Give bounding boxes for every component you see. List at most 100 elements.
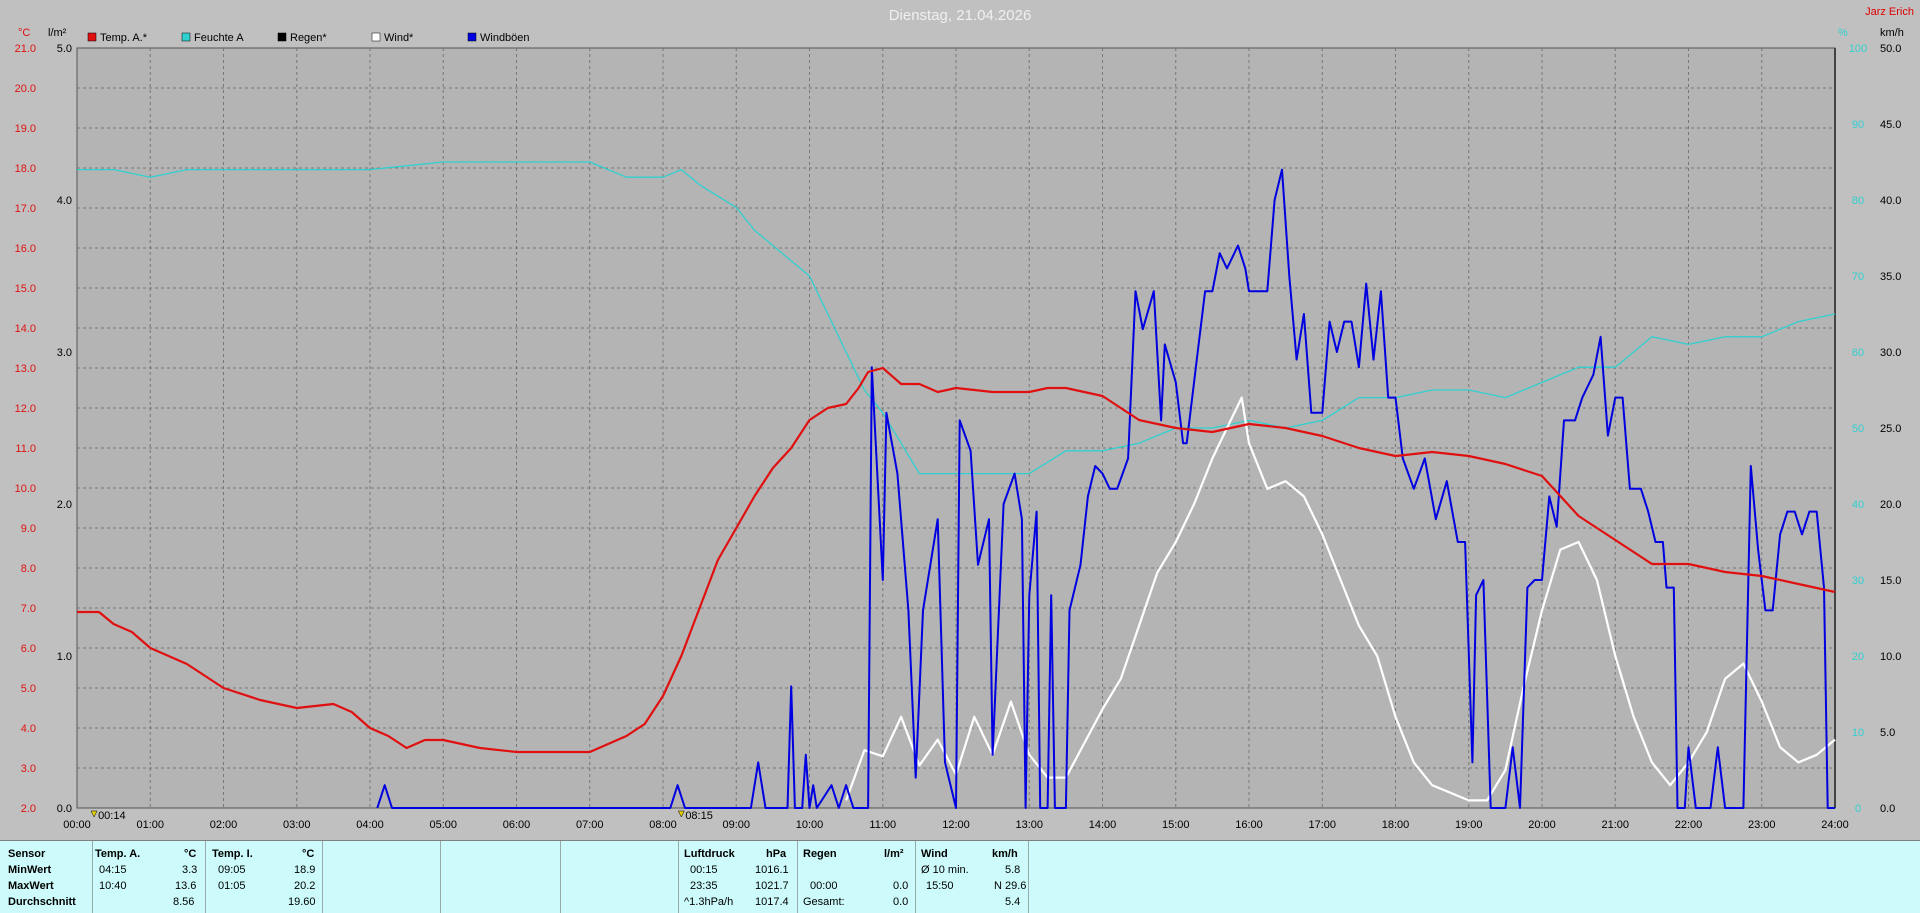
sensor-header: Sensor xyxy=(8,848,46,860)
time-tick-label: 21:00 xyxy=(1601,819,1629,831)
temp-tick-label: 16.0 xyxy=(15,243,36,255)
plot-area xyxy=(76,47,1836,809)
temp-tick-label: 3.0 xyxy=(21,763,36,775)
wind-tick-label: 15.0 xyxy=(1880,575,1901,587)
rain-tick-label: 2.0 xyxy=(57,499,72,511)
temp-tick-label: 9.0 xyxy=(21,523,36,535)
legend-label: Feuchte A xyxy=(194,32,244,44)
wind-tick-label: 5.0 xyxy=(1880,727,1895,739)
row-label-min: MinWert xyxy=(8,864,52,876)
humidity-tick-label: 100 xyxy=(1849,43,1867,55)
time-tick-label: 04:00 xyxy=(356,819,384,831)
temp-tick-label: 17.0 xyxy=(15,203,36,215)
time-marker-label: 00:14 xyxy=(98,810,126,822)
temp-tick-label: 14.0 xyxy=(15,323,36,335)
humidity-tick-label: 0 xyxy=(1855,803,1861,815)
temp-tick-label: 12.0 xyxy=(15,403,36,415)
time-tick-label: 09:00 xyxy=(722,819,750,831)
time-tick-label: 20:00 xyxy=(1528,819,1556,831)
temp-tick-label: 19.0 xyxy=(15,123,36,135)
pressure-trend: ^1.3hPa/h xyxy=(684,896,734,908)
rain-unit: l/m² xyxy=(884,848,904,860)
temp-tick-label: 21.0 xyxy=(15,43,36,55)
legend-label: Windböen xyxy=(480,32,530,44)
legend-swatch xyxy=(87,32,97,42)
legend-swatch xyxy=(277,32,287,42)
wind-avg-label: Ø 10 min. xyxy=(921,864,969,876)
temp-i-max-value: 20.2 xyxy=(294,880,316,892)
humidity-tick-label: 30 xyxy=(1852,575,1864,587)
temp-tick-label: 10.0 xyxy=(15,483,36,495)
temp-a-min-time: 04:15 xyxy=(99,864,127,876)
temp-a-unit: °C xyxy=(184,848,197,860)
time-tick-label: 07:00 xyxy=(576,819,604,831)
statistics-panel: Sensor MinWert MaxWert Durchschnitt Temp… xyxy=(0,840,1920,913)
wind-tick-label: 35.0 xyxy=(1880,271,1901,283)
humidity-tick-label: 20 xyxy=(1852,651,1864,663)
wind-unit-label: km/h xyxy=(1880,27,1904,39)
wind-day-average: 5.4 xyxy=(1005,896,1021,908)
humidity-tick-label: 60 xyxy=(1852,347,1864,359)
rain-value: 0.0 xyxy=(893,880,909,892)
rain-total-label: Gesamt: xyxy=(803,896,845,908)
time-tick-label: 08:00 xyxy=(649,819,677,831)
pressure-min-time: 00:15 xyxy=(690,864,718,876)
temp-unit-label: °C xyxy=(18,27,30,39)
time-tick-label: 17:00 xyxy=(1308,819,1336,831)
humidity-tick-label: 90 xyxy=(1852,119,1864,131)
temp-i-average: 19.60 xyxy=(288,896,316,908)
temp-a-min-value: 3.3 xyxy=(182,864,198,876)
temp-i-max-time: 01:05 xyxy=(218,880,246,892)
legend-swatch xyxy=(371,32,381,42)
time-tick-label: 23:00 xyxy=(1748,819,1776,831)
wind-tick-label: 40.0 xyxy=(1880,195,1901,207)
pressure-header: Luftdruck xyxy=(684,848,735,860)
rain-time: 00:00 xyxy=(810,880,838,892)
time-tick-label: 14:00 xyxy=(1089,819,1117,831)
legend-label: Regen* xyxy=(290,32,327,44)
pressure-current: 1017.4 xyxy=(755,896,789,908)
row-label-max: MaxWert xyxy=(8,880,54,892)
time-tick-label: 01:00 xyxy=(136,819,164,831)
legend-label: Temp. A.* xyxy=(100,32,148,44)
wind-tick-label: 20.0 xyxy=(1880,499,1901,511)
temp-a-max-time: 10:40 xyxy=(99,880,127,892)
humidity-tick-label: 50 xyxy=(1852,423,1864,435)
temp-i-min-time: 09:05 xyxy=(218,864,246,876)
humidity-tick-label: 40 xyxy=(1852,499,1864,511)
rain-total: 0.0 xyxy=(893,896,909,908)
temp-tick-label: 5.0 xyxy=(21,683,36,695)
wind-unit: km/h xyxy=(992,848,1018,860)
wind-tick-label: 0.0 xyxy=(1880,803,1895,815)
wind-header: Wind xyxy=(921,848,948,860)
time-tick-label: 19:00 xyxy=(1455,819,1483,831)
wind-max-value: N 29.6 xyxy=(994,880,1027,892)
temp-tick-label: 7.0 xyxy=(21,603,36,615)
temp-a-header: Temp. A. xyxy=(95,848,141,860)
pressure-unit: hPa xyxy=(766,848,787,860)
time-tick-label: 00:00 xyxy=(63,819,91,831)
time-tick-label: 02:00 xyxy=(210,819,238,831)
humidity-unit-label: % xyxy=(1838,27,1848,39)
temp-tick-label: 2.0 xyxy=(21,803,36,815)
row-label-avg: Durchschnitt xyxy=(8,896,76,908)
rain-header: Regen xyxy=(803,848,837,860)
time-tick-label: 06:00 xyxy=(503,819,531,831)
temp-i-unit: °C xyxy=(302,848,315,860)
wind-max-time: 15:50 xyxy=(926,880,954,892)
temp-a-max-value: 13.6 xyxy=(175,880,197,892)
humidity-tick-label: 10 xyxy=(1852,727,1864,739)
chart-title: Dienstag, 21.04.2026 xyxy=(889,7,1032,24)
wind-tick-label: 25.0 xyxy=(1880,423,1901,435)
temp-tick-label: 4.0 xyxy=(21,723,36,735)
pressure-max-time: 23:35 xyxy=(690,880,718,892)
humidity-tick-label: 80 xyxy=(1852,195,1864,207)
time-tick-label: 10:00 xyxy=(796,819,824,831)
wind-tick-label: 30.0 xyxy=(1880,347,1901,359)
time-tick-label: 05:00 xyxy=(429,819,457,831)
wind-tick-label: 10.0 xyxy=(1880,651,1901,663)
time-tick-label: 11:00 xyxy=(869,819,896,831)
pressure-max-value: 1021.7 xyxy=(755,880,789,892)
temp-tick-label: 20.0 xyxy=(15,83,36,95)
legend-swatch xyxy=(467,32,477,42)
